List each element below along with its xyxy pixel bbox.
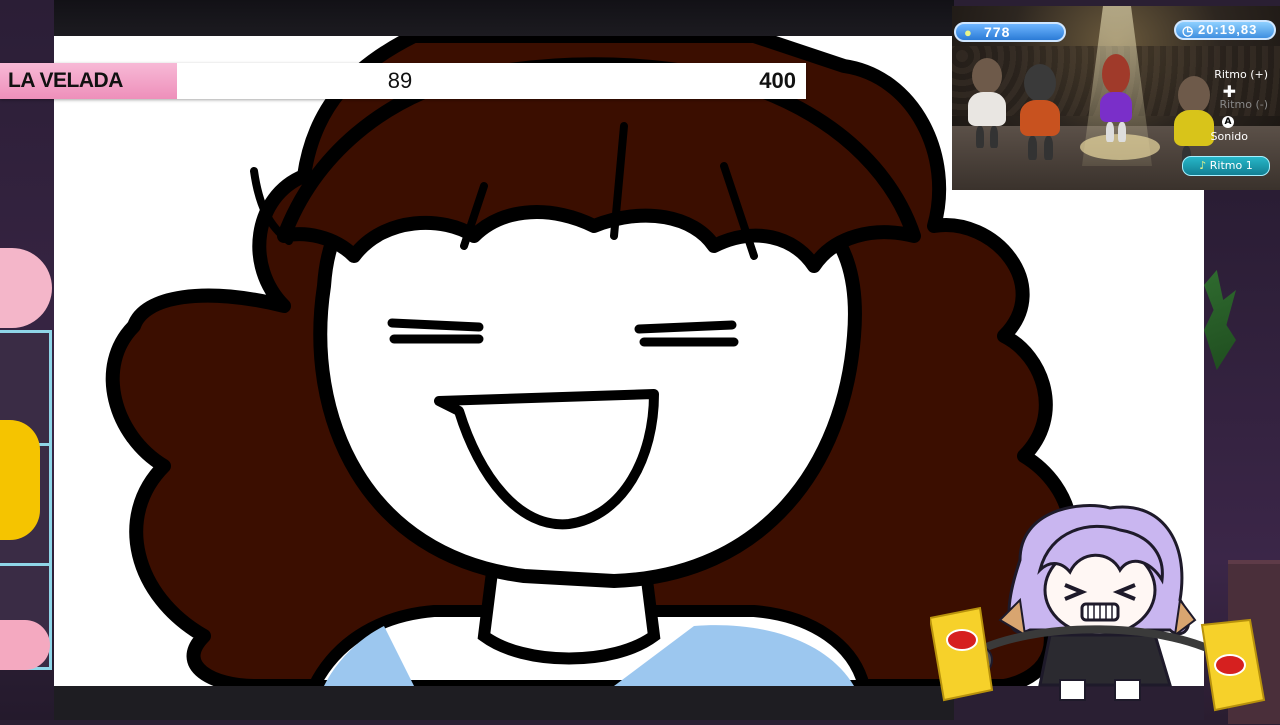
a-button-icon: A	[1222, 116, 1234, 128]
chips-bag-left	[928, 606, 994, 702]
game-capture-overlay: ● 778 ◷ 20:19,83 Ritmo (+) ✚ Ritmo (-) A…	[952, 6, 1280, 190]
vtuber-avatar	[928, 500, 1270, 720]
ctrl-minus-label: Ritmo (-)	[1219, 98, 1268, 111]
footprint-icon: ●	[964, 25, 973, 40]
ctrl-plus-label: Ritmo (+)	[1214, 68, 1268, 81]
game-timer-value: 20:19,83	[1198, 22, 1258, 37]
scoreboard-goal-value: 400	[759, 68, 796, 93]
clock-icon: ◷	[1182, 23, 1195, 38]
game-score-counter: ● 778	[954, 22, 1066, 42]
rhythm-selector: ♪ Ritmo 1	[1182, 156, 1270, 176]
yellow-plush-decoration	[0, 420, 40, 540]
chips-bag-right	[1200, 618, 1266, 712]
music-note-icon: ♪	[1199, 159, 1207, 172]
event-scoreboard: LA VELADA 89 400	[0, 63, 806, 99]
top-letterbox-bar	[54, 0, 954, 36]
avatar-illustration	[928, 504, 1266, 712]
game-score-value: 778	[984, 24, 1011, 40]
game-timer: ◷ 20:19,83	[1174, 20, 1276, 40]
pink-plush-decoration-bottom	[0, 620, 50, 670]
scoreboard-current-value: 89	[387, 68, 413, 93]
scoreboard-title: LA VELADA	[0, 63, 177, 99]
rhythm-selector-label: Ritmo 1	[1209, 159, 1253, 172]
bottom-letterbox-bar	[54, 686, 954, 720]
ctrl-a-label: Sonido	[1210, 130, 1248, 143]
